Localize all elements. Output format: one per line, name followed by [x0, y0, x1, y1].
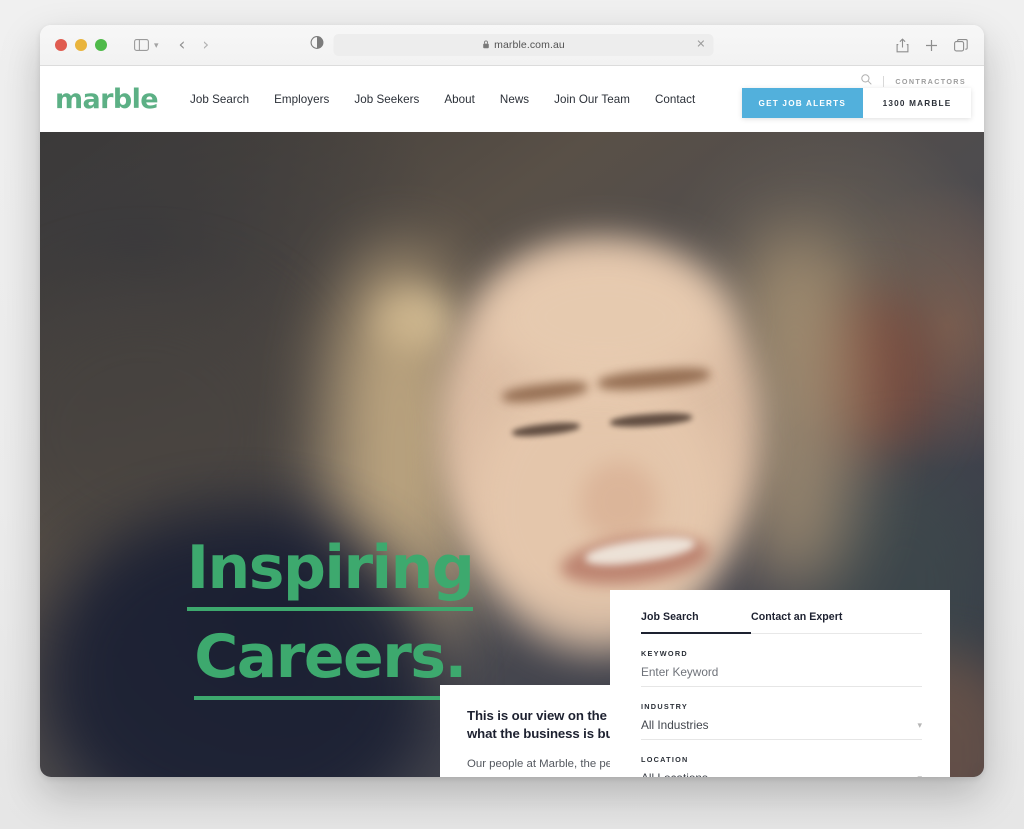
nav-item-job-seekers[interactable]: Job Seekers	[354, 93, 419, 106]
browser-toolbar: ▾ ‹ › marble.com.au ✕	[40, 25, 984, 66]
browser-window: ▾ ‹ › marble.com.au ✕ CONTRACTORS marble…	[40, 25, 984, 777]
window-controls[interactable]	[55, 39, 107, 51]
nav-item-join-our-team[interactable]: Join Our Team	[554, 93, 630, 106]
tab-contact-an-expert[interactable]: Contact an Expert	[751, 611, 843, 633]
search-icon[interactable]	[861, 72, 873, 90]
keyword-field: KEYWORD Enter Keyword	[641, 649, 922, 687]
share-icon[interactable]	[896, 37, 909, 53]
industry-value: All Industries	[641, 718, 709, 732]
nav-item-employers[interactable]: Employers	[274, 93, 329, 106]
industry-select[interactable]: All Industries ▾	[641, 718, 922, 740]
phone-button[interactable]: 1300 MARBLE	[863, 88, 971, 118]
minimize-window-button[interactable]	[75, 39, 87, 51]
keyword-placeholder: Enter Keyword	[641, 665, 719, 679]
marble-logo[interactable]: marble	[55, 84, 159, 115]
search-tabs: Job Search Contact an Expert	[641, 611, 922, 634]
reader-view-icon[interactable]	[310, 36, 324, 54]
job-search-panel: Job Search Contact an Expert KEYWORD Ent…	[610, 590, 950, 777]
plus-icon[interactable]	[925, 39, 938, 52]
nav-item-job-search[interactable]: Job Search	[190, 93, 249, 106]
location-label: LOCATION	[641, 755, 689, 764]
back-arrow-icon[interactable]: ‹	[179, 35, 186, 55]
nav-item-contact[interactable]: Contact	[655, 93, 695, 106]
website-viewport: CONTRACTORS marble Job Search Employers …	[40, 66, 984, 777]
location-field: LOCATION All Locations ▾	[641, 755, 922, 777]
url-text: marble.com.au	[494, 39, 565, 51]
sidebar-toggle-icon[interactable]	[134, 39, 149, 51]
get-job-alerts-button[interactable]: GET JOB ALERTS	[741, 88, 863, 118]
tab-overview-icon[interactable]	[954, 38, 968, 52]
lock-icon	[482, 36, 489, 54]
keyword-label: KEYWORD	[641, 649, 688, 658]
nav-cta-group: GET JOB ALERTS 1300 MARBLE	[741, 88, 971, 118]
utility-divider	[883, 75, 885, 87]
location-value: All Locations	[641, 771, 708, 777]
industry-label: INDUSTRY	[641, 702, 689, 711]
primary-nav: Job Search Employers Job Seekers About N…	[190, 93, 695, 106]
nav-item-about[interactable]: About	[444, 93, 475, 106]
tab-job-search[interactable]: Job Search	[641, 611, 751, 634]
location-select[interactable]: All Locations ▾	[641, 771, 922, 777]
utility-bar: CONTRACTORS	[861, 72, 966, 90]
chevron-down-icon[interactable]: ▾	[917, 720, 922, 731]
site-navbar: marble Job Search Employers Job Seekers …	[40, 66, 984, 132]
maximize-window-button[interactable]	[95, 39, 107, 51]
sidebar-chevron-down-icon[interactable]: ▾	[154, 40, 159, 51]
hero-section: Inspiring Careers. This is our view on t…	[40, 132, 984, 777]
keyword-input[interactable]: Enter Keyword	[641, 665, 922, 687]
close-icon[interactable]: ✕	[696, 39, 705, 51]
close-window-button[interactable]	[55, 39, 67, 51]
forward-arrow-icon[interactable]: ›	[202, 35, 209, 55]
contractors-link[interactable]: CONTRACTORS	[895, 77, 966, 86]
chevron-down-icon[interactable]: ▾	[917, 773, 922, 778]
nav-item-news[interactable]: News	[500, 93, 529, 106]
address-bar[interactable]: marble.com.au ✕	[333, 34, 714, 56]
industry-field: INDUSTRY All Industries ▾	[641, 702, 922, 740]
